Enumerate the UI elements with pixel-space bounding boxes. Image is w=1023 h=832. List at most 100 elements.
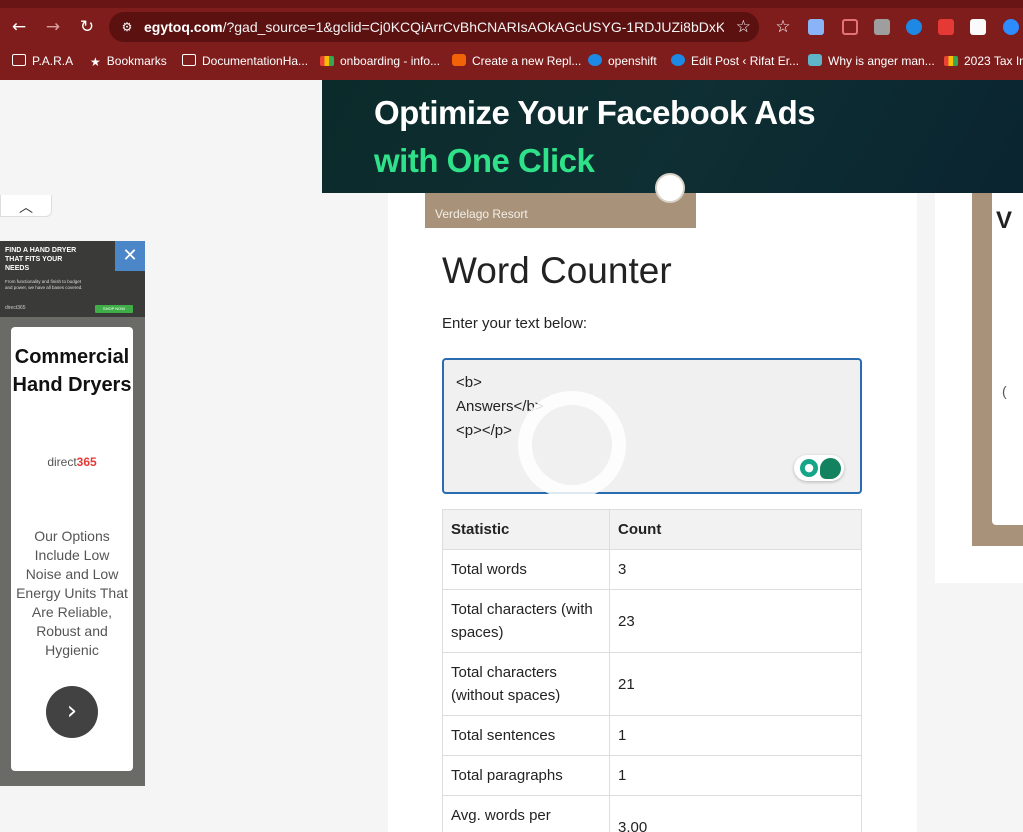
ad-top-headline: FIND A HAND DRYER THAT FITS YOUR NEEDS: [5, 247, 77, 272]
grammarly-icon[interactable]: [820, 458, 841, 479]
folder-icon: [12, 54, 26, 66]
right-sidebar: V (: [935, 193, 1023, 583]
statistic-cell: Total words: [442, 549, 610, 590]
bookmark-bookmarks[interactable]: ★ Bookmarks: [90, 53, 167, 69]
count-cell: 1: [609, 715, 862, 756]
ad-top-sub: From functionality and finish to budget …: [5, 279, 83, 290]
address-bar[interactable]: ⚙ egytoq.com/?gad_source=1&gclid=Cj0KCQi…: [109, 12, 759, 42]
bookmark-openshift[interactable]: openshift: [588, 53, 657, 69]
brand-number: 365: [76, 455, 97, 469]
right-ad[interactable]: V (: [972, 193, 1023, 546]
bookmarks-bar: P.A.R.A ★ Bookmarks DocumentationHa... on…: [0, 46, 1023, 76]
main-content: Verdelago Resort Word Counter Enter your…: [388, 173, 917, 832]
ad-top-brand: direct365: [5, 305, 26, 311]
column-header-statistic: Statistic: [442, 509, 610, 550]
wordpress-icon: [671, 54, 685, 66]
url-domain: egytoq.com: [144, 19, 223, 35]
column-header-count: Count: [609, 509, 862, 550]
extension-icon[interactable]: [906, 19, 922, 35]
bookmark-label: Edit Post ‹ Rifat Er...: [691, 54, 800, 68]
ad-brand-logo: direct365: [11, 455, 133, 469]
statistic-cell: Total paragraphs: [442, 755, 610, 796]
grammar-extension-badge[interactable]: ●: [794, 455, 844, 481]
replit-icon: [452, 54, 466, 66]
statistic-cell: Total characters (with spaces): [442, 589, 610, 653]
extension-icon[interactable]: [970, 19, 986, 35]
statistics-table: Statistic Count Total words 3 Total chara…: [442, 509, 862, 832]
table-row: Total paragraphs 1: [442, 755, 862, 796]
table-row: Total sentences 1: [442, 715, 862, 756]
bookmark-label: onboarding - info...: [340, 54, 441, 68]
loading-ring: [518, 391, 626, 499]
hand-dryer-ad[interactable]: FIND A HAND DRYER THAT FITS YOUR NEEDS F…: [0, 241, 145, 786]
brand-prefix: direct: [47, 455, 77, 469]
star-icon[interactable]: ☆: [772, 16, 794, 38]
gmail-icon: [320, 56, 334, 66]
bookmark-tax[interactable]: 2023 Tax In: [944, 53, 1023, 69]
lastpass-extension-icon[interactable]: [938, 19, 954, 35]
table-header-row: Statistic Count: [442, 509, 862, 550]
table-row: Avg. words per sentence3.00: [442, 795, 862, 832]
table-row: Total characters (without spaces) 21: [442, 652, 862, 716]
count-cell: 3.00: [609, 795, 862, 832]
ad-card: Commercial Hand Dryers direct365 Our Opt…: [11, 327, 133, 771]
bookmark-label: Bookmarks: [106, 54, 167, 68]
bookmark-label: openshift: [608, 54, 657, 68]
count-cell: 23: [609, 589, 862, 653]
ad-copy: Our Options Include Low Noise and Low En…: [16, 528, 128, 658]
bookmark-para[interactable]: P.A.R.A: [12, 53, 73, 69]
chevron-up-icon: ︿: [19, 200, 33, 216]
back-button[interactable]: ←: [8, 16, 30, 38]
zoom-extension-icon[interactable]: [1003, 19, 1019, 35]
wordpress-icon: [588, 54, 602, 66]
bookmark-anger[interactable]: Why is anger man...: [808, 53, 935, 69]
bookmark-label: DocumentationHa...: [202, 54, 309, 68]
bookmark-onboarding[interactable]: onboarding - info...: [320, 53, 440, 69]
extension-icon[interactable]: [842, 19, 858, 35]
site-info-icon[interactable]: ⚙: [117, 17, 137, 37]
browser-frame: ← → ↻ ⚙ egytoq.com/?gad_source=1&gclid=C…: [0, 0, 1023, 80]
ad-shop-now-button[interactable]: SHOP NOW: [95, 305, 133, 313]
navigation-bar: ← → ↻ ⚙ egytoq.com/?gad_source=1&gclid=C…: [0, 8, 1023, 46]
ad-shop-label: SHOP NOW: [102, 306, 126, 311]
gmail-icon: [944, 56, 958, 66]
extension-icon[interactable]: [808, 19, 824, 35]
banner-line-2: with One Click: [374, 142, 595, 179]
ad-badge: [655, 173, 685, 203]
bookmark-replit[interactable]: Create a new Repl...: [452, 53, 581, 69]
web-page: Optimize Your Facebook Ads with One Clic…: [0, 80, 1023, 832]
right-ad-text: (: [1002, 383, 1007, 399]
bookmark-star-icon[interactable]: ☆: [736, 16, 751, 38]
right-ad-text: V: [996, 207, 1013, 234]
bookmark-edit-post[interactable]: Edit Post ‹ Rifat Er...: [671, 53, 799, 69]
bookmark-label: Create a new Repl...: [472, 54, 582, 68]
tab-strip: [0, 0, 1023, 8]
statistic-cell: Total characters (without spaces): [442, 652, 610, 716]
lightbulb-icon[interactable]: ●: [800, 459, 818, 477]
forward-button[interactable]: →: [42, 16, 64, 38]
bookmark-documentation[interactable]: DocumentationHa...: [182, 53, 308, 69]
count-cell: 3: [609, 549, 862, 590]
bookmark-label: 2023 Tax In: [964, 54, 1023, 68]
ad-next-arrow-button[interactable]: ›: [46, 686, 98, 738]
page-title: Word Counter: [442, 250, 672, 291]
url-text[interactable]: egytoq.com/?gad_source=1&gclid=Cj0KCQiAr…: [144, 18, 724, 36]
folder-icon: [182, 54, 196, 66]
statistic-cell: Avg. words per sentence: [442, 795, 610, 832]
bookmark-label: Why is anger man...: [828, 54, 935, 68]
collapse-ad-tab[interactable]: ︿: [0, 195, 52, 217]
top-ad-area: Optimize Your Facebook Ads with One Clic…: [0, 80, 1023, 193]
close-ad-button[interactable]: ✕: [115, 241, 145, 271]
bookmark-label: P.A.R.A: [32, 54, 74, 68]
statistic-cell: Total sentences: [442, 715, 610, 756]
resort-ad-caption[interactable]: Verdelago Resort: [425, 173, 696, 228]
reload-button[interactable]: ↻: [76, 16, 98, 38]
camera-extension-icon[interactable]: [874, 19, 890, 35]
heart-icon: [808, 54, 822, 66]
banner-line-1: Optimize Your Facebook Ads: [374, 94, 816, 131]
table-row: Total characters (with spaces) 23: [442, 589, 862, 653]
ad-headline: Commercial Hand Dryers: [12, 346, 132, 396]
resort-caption-text: Verdelago Resort: [435, 207, 528, 221]
count-cell: 1: [609, 755, 862, 796]
count-cell: 21: [609, 652, 862, 716]
